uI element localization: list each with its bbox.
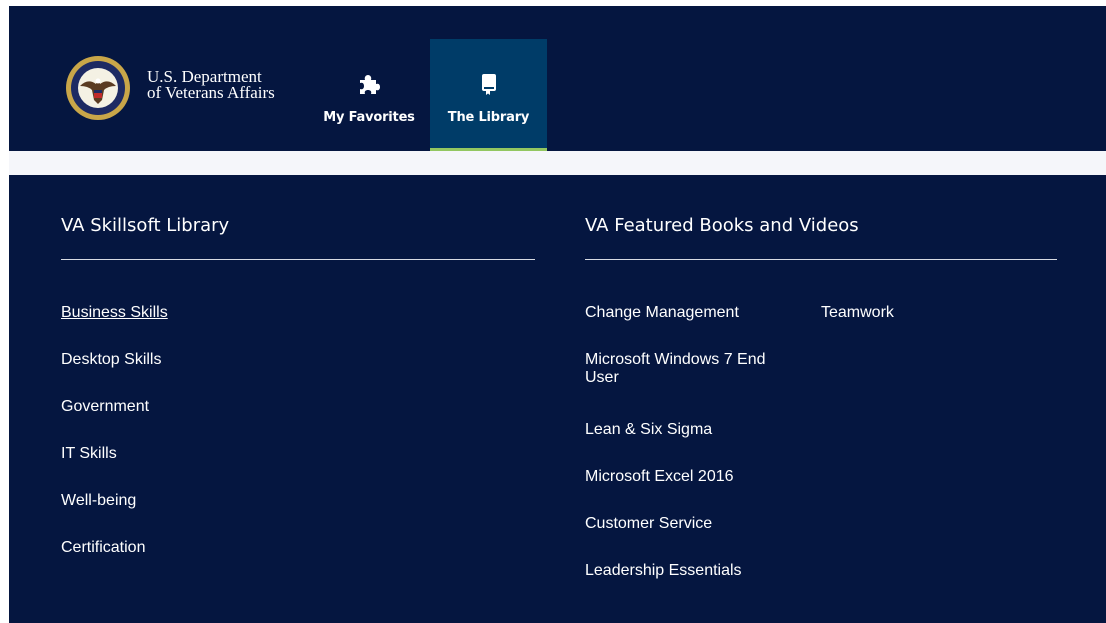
library-link-business-skills[interactable]: Business Skills <box>61 304 168 322</box>
tab-my-favorites[interactable]: My Favorites <box>313 39 425 148</box>
section-divider-library <box>61 259 535 260</box>
featured-link-customer-service[interactable]: Customer Service <box>585 515 712 533</box>
department-name-line2: of Veterans Affairs <box>147 83 275 102</box>
library-link-it-skills[interactable]: IT Skills <box>61 445 117 463</box>
book-icon <box>430 73 547 95</box>
tab-the-library-label: The Library <box>447 110 530 125</box>
site-header: U.S. Department of Veterans Affairs My F… <box>9 6 1106 154</box>
library-link-certification[interactable]: Certification <box>61 539 145 557</box>
featured-link-lean-six-sigma[interactable]: Lean & Six Sigma <box>585 421 712 439</box>
featured-link-windows-7[interactable]: Microsoft Windows 7 End User <box>585 351 785 387</box>
section-title-featured: VA Featured Books and Videos <box>585 215 859 236</box>
library-link-government[interactable]: Government <box>61 398 149 416</box>
tab-my-favorites-label: My Favorites <box>323 110 415 125</box>
featured-link-leadership-essentials[interactable]: Leadership Essentials <box>585 562 742 580</box>
puzzle-icon <box>313 73 425 95</box>
tab-the-library[interactable]: The Library <box>430 39 547 154</box>
featured-link-teamwork[interactable]: Teamwork <box>821 304 894 322</box>
va-seal-icon[interactable] <box>66 56 130 120</box>
library-link-desktop-skills[interactable]: Desktop Skills <box>61 351 161 369</box>
section-title-skillsoft-library: VA Skillsoft Library <box>61 215 230 236</box>
app-frame: U.S. Department of Veterans Affairs My F… <box>9 6 1106 623</box>
library-menu-panel: VA Skillsoft Library Business Skills Des… <box>9 175 1106 623</box>
header-divider-strip <box>9 151 1106 175</box>
department-name[interactable]: U.S. Department of Veterans Affairs <box>147 68 275 102</box>
section-divider-featured <box>585 259 1057 260</box>
featured-link-change-management[interactable]: Change Management <box>585 304 739 322</box>
library-link-well-being[interactable]: Well-being <box>61 492 136 510</box>
featured-link-excel-2016[interactable]: Microsoft Excel 2016 <box>585 468 734 486</box>
